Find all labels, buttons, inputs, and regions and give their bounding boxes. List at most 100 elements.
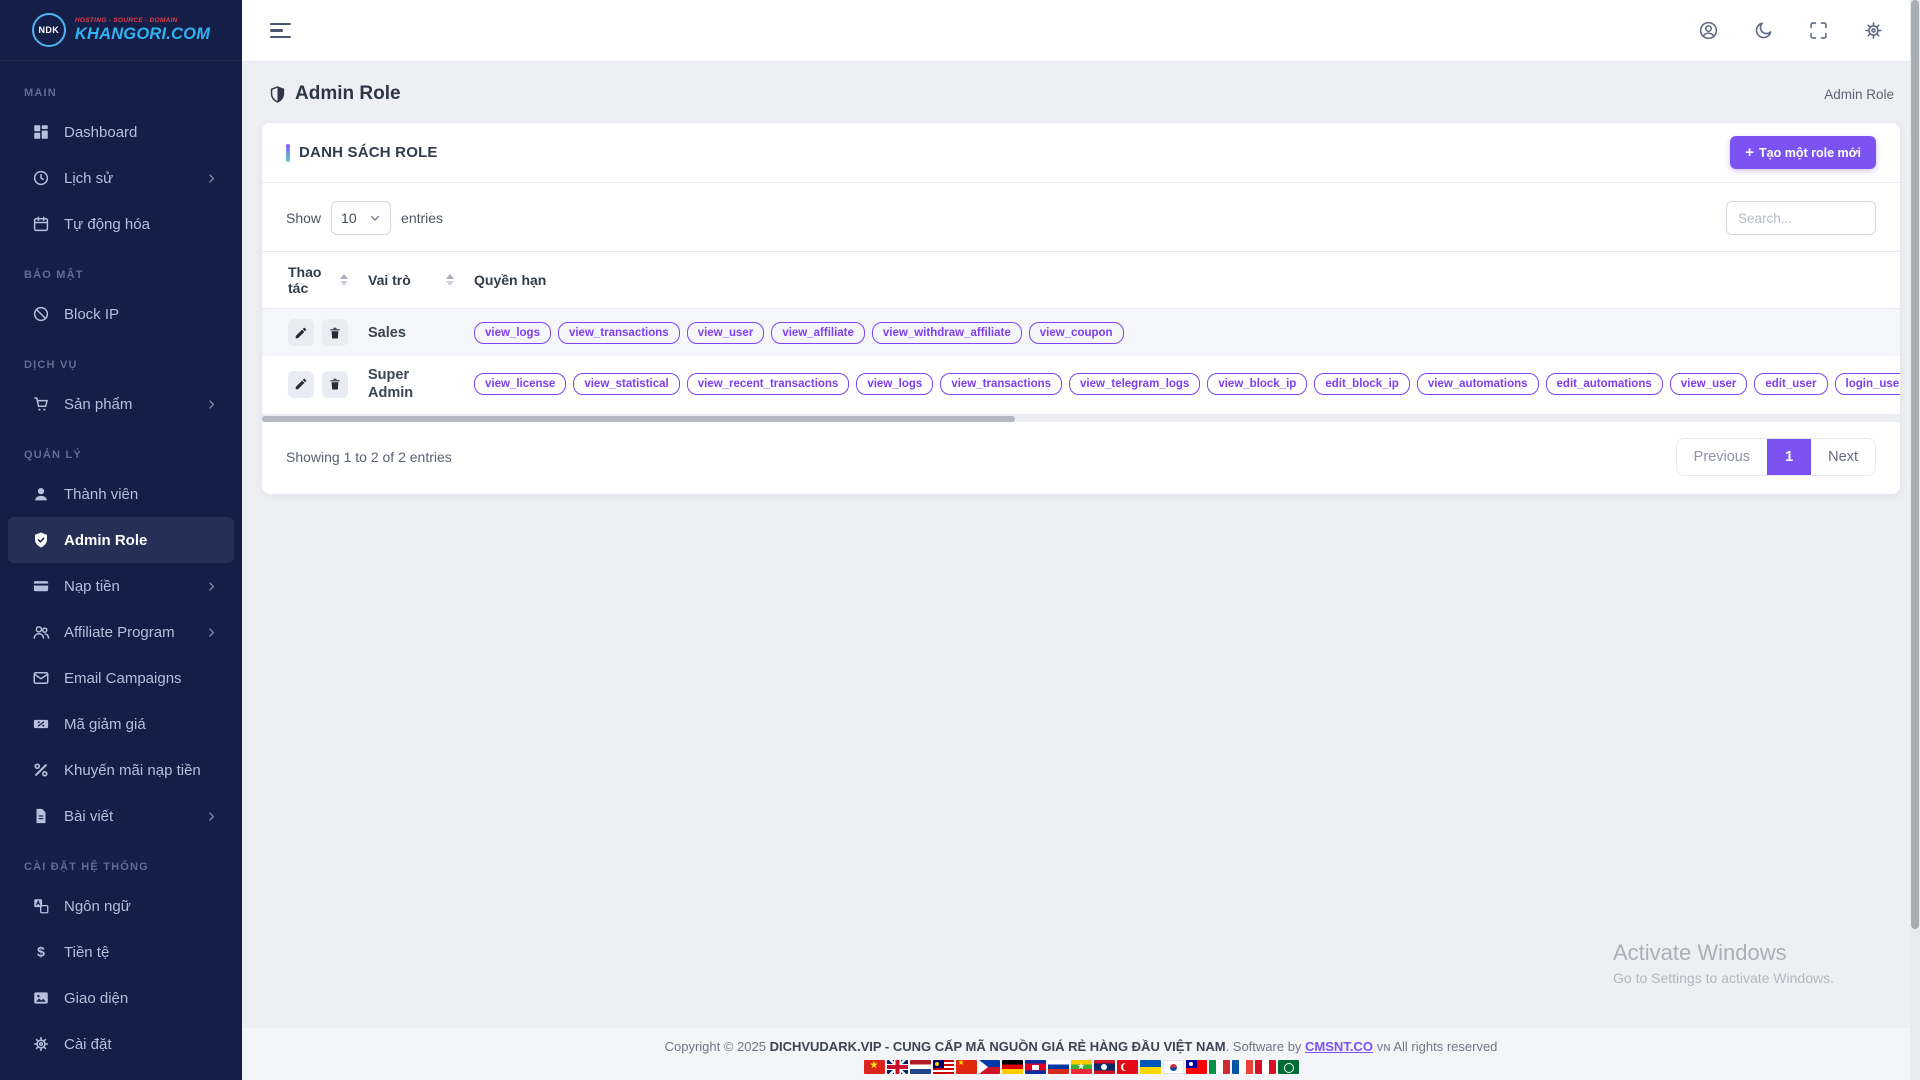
settings-icon[interactable]: [1863, 20, 1884, 41]
sort-icon: [332, 274, 348, 286]
flag-taiwan-icon[interactable]: [1186, 1060, 1207, 1074]
permission-badge: view_logs: [474, 322, 551, 344]
flag-vietnam-icon[interactable]: [864, 1060, 885, 1074]
main-area: Admin Role Admin Role DANH SÁCH ROLE + T…: [242, 0, 1920, 1080]
flag-ukraine-icon[interactable]: [1140, 1060, 1161, 1074]
flag-peru-icon[interactable]: [1255, 1060, 1276, 1074]
sidebar-item-affiliate-program[interactable]: Affiliate Program: [8, 609, 234, 655]
credit-card-icon: [32, 577, 50, 595]
horizontal-scrollbar-thumb[interactable]: [262, 416, 1015, 422]
sidebar-item-admin-role[interactable]: Admin Role: [8, 517, 234, 563]
sidebar-item-ngon-ngu[interactable]: Ngôn ngữ: [8, 883, 234, 929]
cmsnt-link[interactable]: CMSNT.CO: [1305, 1039, 1373, 1054]
breadcrumb[interactable]: Admin Role: [1824, 87, 1894, 102]
sidebar-item-lich-su[interactable]: Lịch sử: [8, 155, 234, 201]
sidebar-item-san-pham[interactable]: Sản phẩm: [8, 381, 234, 427]
flag-turkey-icon[interactable]: [1117, 1060, 1138, 1074]
topbar-actions: [1698, 20, 1884, 41]
shield-check-icon: [32, 531, 50, 549]
section-label-dich-vu: DỊCH VỤ: [0, 337, 242, 381]
previous-page-button[interactable]: Previous: [1677, 439, 1767, 475]
table-footer: Showing 1 to 2 of 2 entries Previous 1 N…: [262, 422, 1900, 494]
card-title: DANH SÁCH ROLE: [299, 144, 438, 161]
brand-name: KHANGORI.COM: [75, 26, 210, 43]
moon-icon[interactable]: [1753, 20, 1774, 41]
sidebar-item-email-campaigns[interactable]: Email Campaigns: [8, 655, 234, 701]
table-controls: Show 10 entries: [262, 201, 1900, 251]
edit-role-button[interactable]: [288, 319, 314, 346]
chevron-right-icon: [205, 626, 218, 639]
sidebar-item-nap-tien[interactable]: Nạp tiền: [8, 563, 234, 609]
brand-logo[interactable]: NDK HOSTING - SOURCE - DOMAIN KHANGORI.C…: [0, 0, 242, 61]
content-area: Admin Role Admin Role DANH SÁCH ROLE + T…: [242, 61, 1920, 1028]
permission-badge: view_user: [687, 322, 765, 344]
maximize-icon[interactable]: [1808, 20, 1829, 41]
svg-text:$: $: [37, 945, 45, 961]
chevron-right-icon: [205, 172, 218, 185]
sidebar-item-block-ip[interactable]: Block IP: [8, 291, 234, 337]
chevron-right-icon: [205, 580, 218, 593]
edit-role-button[interactable]: [288, 371, 314, 398]
entries-label: entries: [401, 210, 443, 226]
column-header-role[interactable]: Vai trò: [358, 252, 464, 309]
next-page-button[interactable]: Next: [1811, 439, 1875, 475]
flag-russia-icon[interactable]: [1048, 1060, 1069, 1074]
entries-info: Showing 1 to 2 of 2 entries: [286, 449, 452, 465]
section-label-bao-mat: BẢO MẬT: [0, 247, 242, 291]
user-circle-icon[interactable]: [1698, 20, 1719, 41]
chevron-down-icon: [369, 212, 381, 224]
flag-cambodia-icon[interactable]: [1025, 1060, 1046, 1074]
sidebar-item-giao-dien[interactable]: Giao diện: [8, 975, 234, 1021]
sidebar-item-tu-dong-hoa[interactable]: Tự động hóa: [8, 201, 234, 247]
search-input[interactable]: [1726, 201, 1876, 235]
flag-malaysia-icon[interactable]: [933, 1060, 954, 1074]
flag-netherlands-icon[interactable]: [910, 1060, 931, 1074]
sidebar-item-ma-giam-gia[interactable]: Mã giảm giá: [8, 701, 234, 747]
flag-arab-league-icon[interactable]: [1278, 1060, 1299, 1074]
users-icon: [32, 623, 50, 641]
flag-germany-icon[interactable]: [1002, 1060, 1023, 1074]
sidebar-item-khuyen-mai-nap-tien[interactable]: Khuyến mãi nạp tiền: [8, 747, 234, 793]
roles-table: Thao tác Vai trò Quyền hạn: [262, 251, 1900, 412]
section-label-quan-ly: QUẢN LÝ: [0, 427, 242, 471]
column-header-actions[interactable]: Thao tác: [262, 252, 358, 309]
flag-italy-icon[interactable]: [1209, 1060, 1230, 1074]
sidebar-item-thanh-vien[interactable]: Thành viên: [8, 471, 234, 517]
sidebar-item-tien-te[interactable]: $ Tiền tệ: [8, 929, 234, 975]
menu-toggle-button[interactable]: [268, 19, 293, 43]
card-header: DANH SÁCH ROLE + Tạo một role mới: [262, 123, 1900, 183]
flag-united-kingdom-icon[interactable]: [887, 1060, 908, 1074]
page-size-select[interactable]: 10: [331, 201, 391, 235]
role-name: Sales: [368, 325, 406, 341]
flag-china-icon[interactable]: [956, 1060, 977, 1074]
user-icon: [32, 485, 50, 503]
sidebar: NDK HOSTING - SOURCE - DOMAIN KHANGORI.C…: [0, 0, 242, 1080]
flag-myanmar-icon[interactable]: [1071, 1060, 1092, 1074]
delete-role-button[interactable]: [322, 371, 348, 398]
sidebar-item-dashboard[interactable]: Dashboard: [8, 109, 234, 155]
image-icon: [32, 989, 50, 1007]
permission-badge: view_transactions: [558, 322, 680, 344]
page-head: Admin Role Admin Role: [242, 61, 1920, 123]
sidebar-item-cai-dat[interactable]: Cài đặt: [8, 1021, 234, 1067]
permission-badge: edit_automations: [1546, 373, 1663, 395]
footer: Copyright © 2025 DICHVUDARK.VIP - CUNG C…: [242, 1028, 1920, 1080]
page-title: Admin Role: [268, 83, 401, 105]
section-label-cai-dat-he-thong: CÀI ĐẶT HỆ THỐNG: [0, 839, 242, 883]
permission-badge: view_statistical: [573, 373, 679, 395]
permission-badge: view_license: [474, 373, 566, 395]
cart-icon: [32, 395, 50, 413]
flag-laos-icon[interactable]: [1094, 1060, 1115, 1074]
flag-philippines-icon[interactable]: [979, 1060, 1000, 1074]
sidebar-item-bai-viet[interactable]: Bài viết: [8, 793, 234, 839]
permissions-cell: view_licenseview_statisticalview_recent_…: [464, 356, 1900, 412]
page-number-button[interactable]: 1: [1767, 439, 1811, 475]
vertical-scrollbar-thumb[interactable]: [1911, 0, 1919, 929]
pencil-icon: [294, 377, 308, 391]
flag-france-icon[interactable]: [1232, 1060, 1253, 1074]
delete-role-button[interactable]: [322, 319, 348, 346]
create-role-button[interactable]: + Tạo một role mới: [1730, 136, 1876, 169]
flag-south-korea-icon[interactable]: [1163, 1060, 1184, 1074]
section-label-main: MAIN: [0, 65, 242, 109]
pencil-icon: [294, 326, 308, 340]
